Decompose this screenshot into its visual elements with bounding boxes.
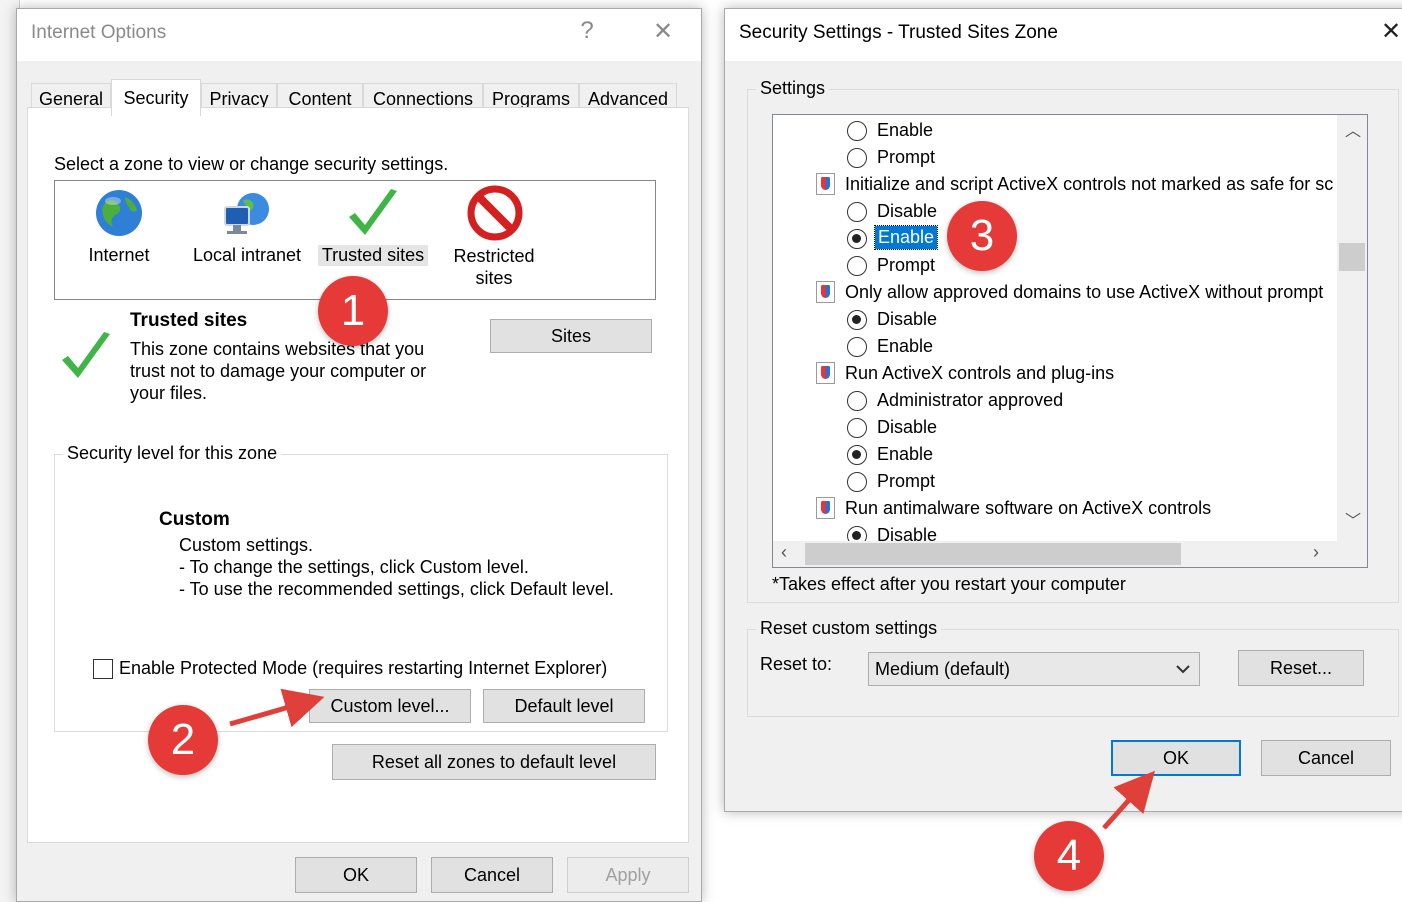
arrow-to-ok	[1102, 770, 1155, 830]
step-badge-3: 3	[947, 201, 1017, 271]
step-badge-4: 4	[1034, 821, 1104, 891]
annotation-arrows	[229, 688, 1155, 830]
step-badge-1: 1	[318, 276, 388, 346]
arrow-to-custom-level	[229, 688, 325, 728]
step-badge-2: 2	[148, 705, 218, 775]
